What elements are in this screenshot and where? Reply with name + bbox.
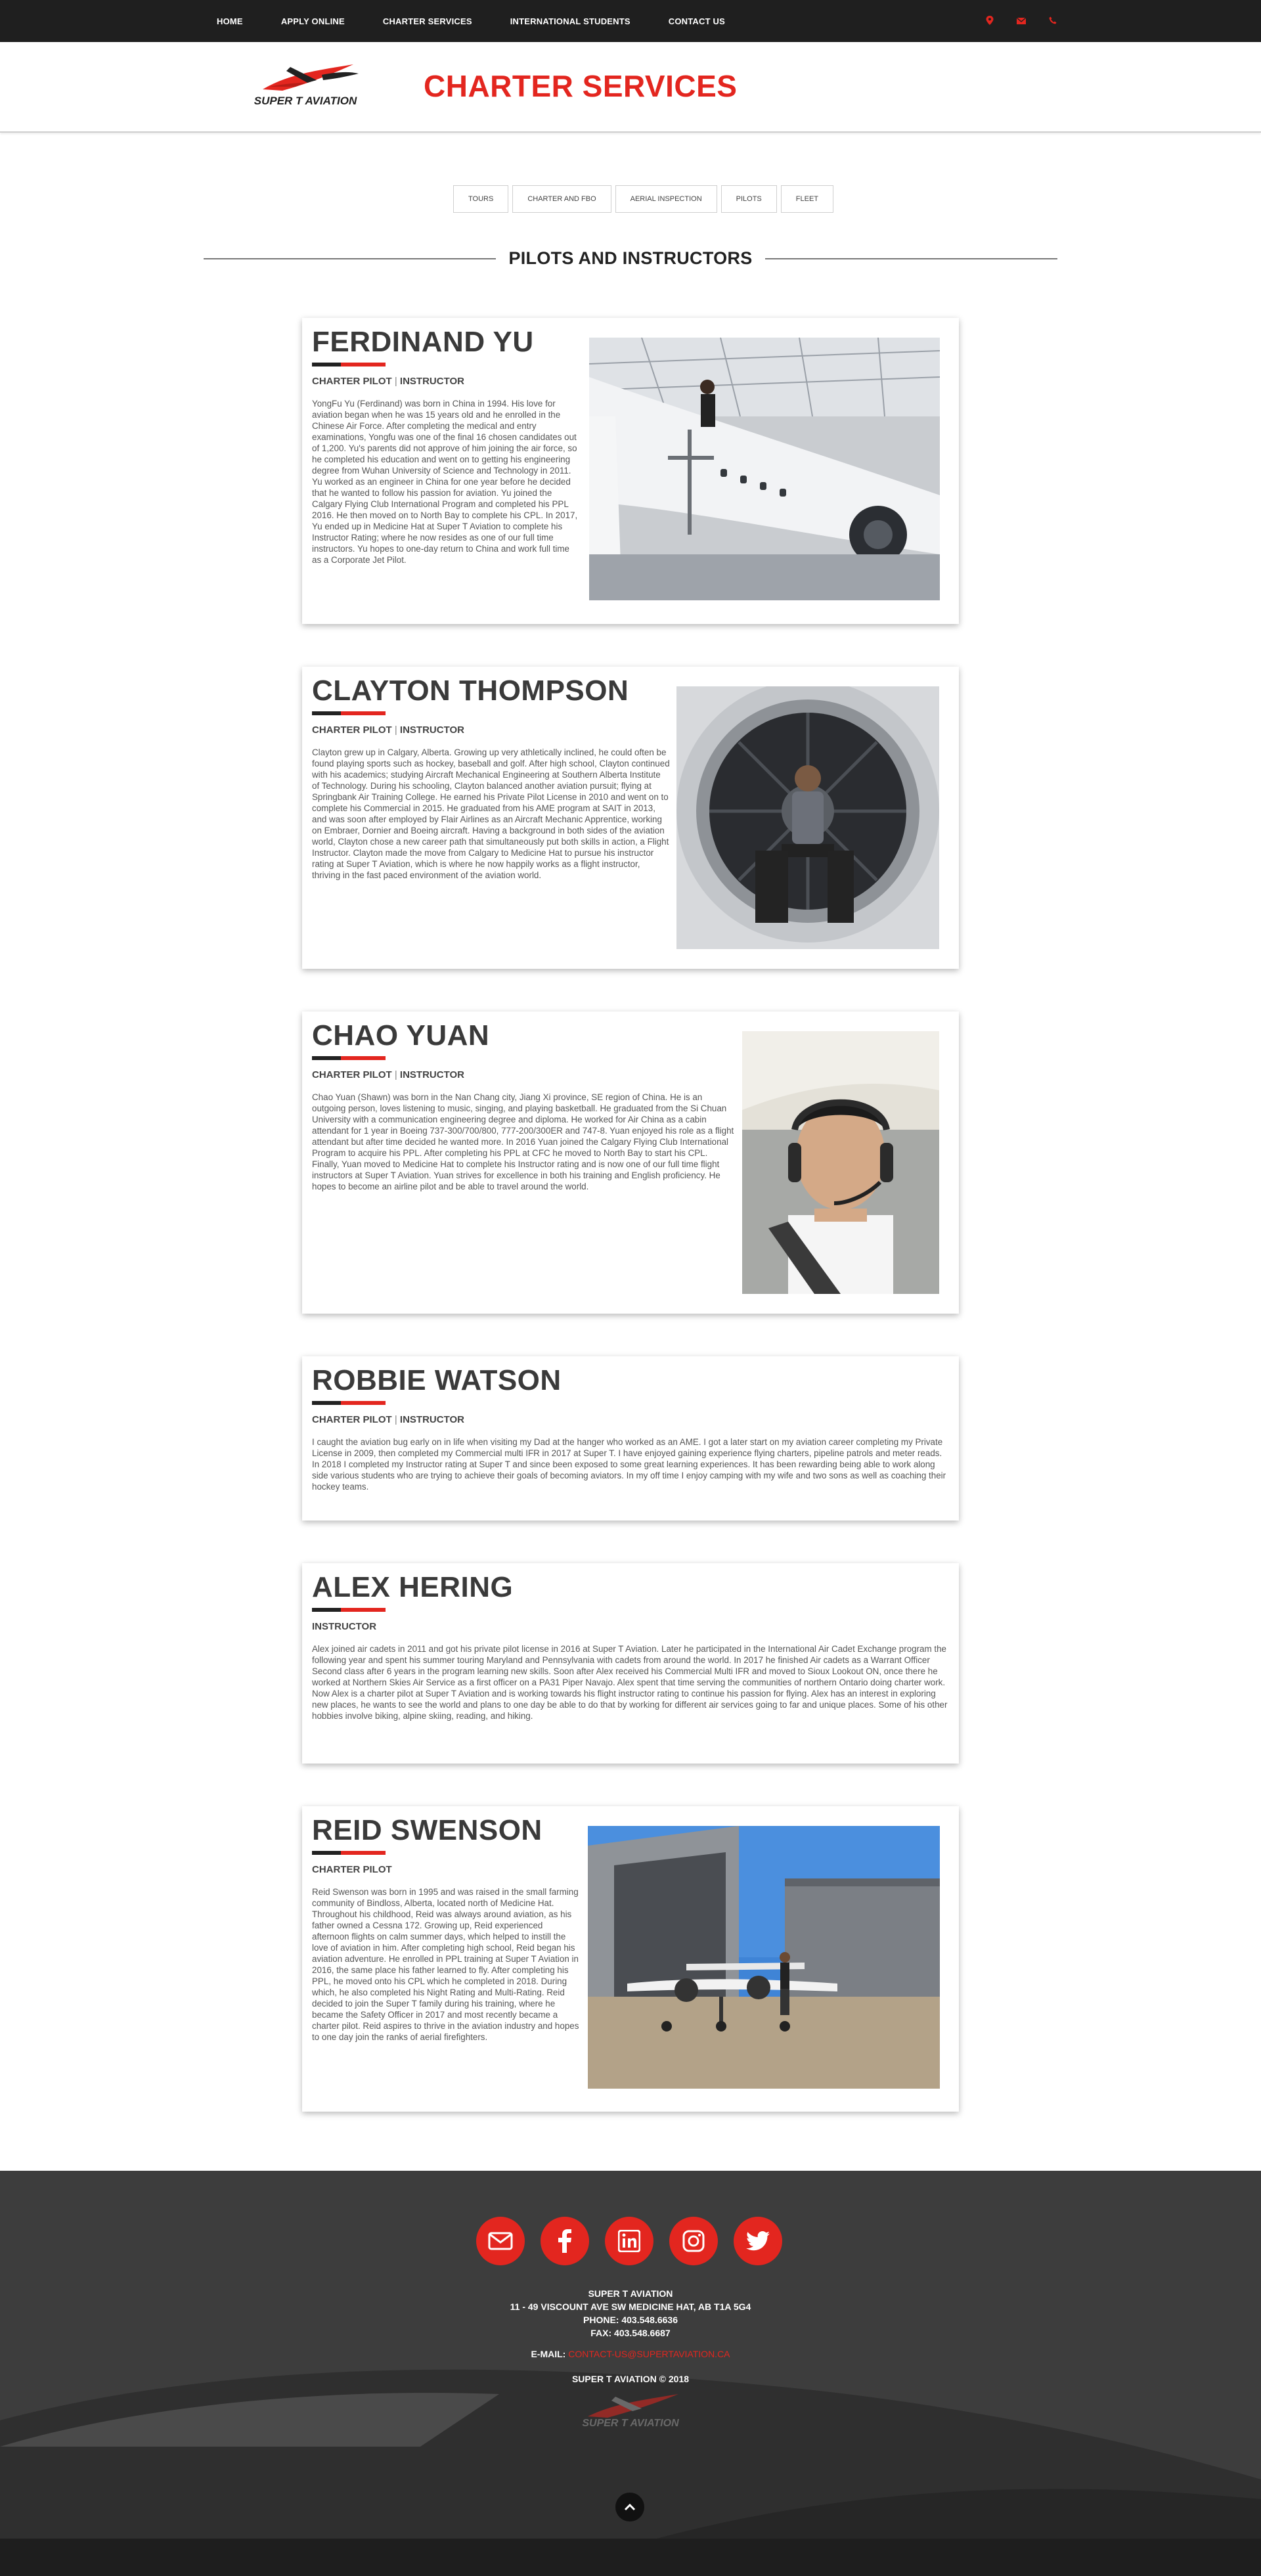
phone-icon[interactable] bbox=[1048, 16, 1057, 26]
map-pin-icon[interactable] bbox=[985, 15, 994, 27]
footer-info: SUPER T AVIATION 11 - 49 VISCOUNT AVE SW… bbox=[0, 2288, 1261, 2340]
instagram-icon[interactable] bbox=[669, 2217, 718, 2265]
footer-email-link[interactable]: CONTACT-US@SUPERTAVIATION.CA bbox=[568, 2349, 730, 2359]
scroll-to-top-button[interactable] bbox=[615, 2493, 644, 2521]
footer-copyright: SUPER T AVIATION © 2018 bbox=[571, 2374, 690, 2384]
envelope-icon[interactable] bbox=[1016, 16, 1027, 26]
nav-contact-us[interactable]: CONTACT US bbox=[669, 16, 725, 26]
pilot-name: ALEX HERING bbox=[312, 1571, 514, 1603]
name-underline bbox=[312, 1851, 386, 1855]
top-navigation: HOME APPLY ONLINE CHARTER SERVICES INTER… bbox=[0, 0, 1261, 42]
tab-charter-and-fbo[interactable]: CHARTER AND FBO bbox=[512, 185, 611, 213]
linkedin-icon[interactable] bbox=[605, 2217, 653, 2265]
social-links bbox=[476, 2217, 782, 2265]
nav-contact-icons bbox=[985, 0, 1057, 42]
pilot-role: CHARTER PILOT | INSTRUCTOR bbox=[312, 1414, 464, 1425]
footer-company: SUPER T AVIATION bbox=[588, 2288, 673, 2299]
pilot-role: CHARTER PILOT | INSTRUCTOR bbox=[312, 1069, 464, 1080]
pilot-name: REID SWENSON bbox=[312, 1814, 542, 1846]
name-underline bbox=[312, 711, 386, 715]
nav-home[interactable]: HOME bbox=[217, 16, 243, 26]
nav-international-students[interactable]: INTERNATIONAL STUDENTS bbox=[510, 16, 630, 26]
pilot-card-ferdinand-yu: FERDINAND YU CHARTER PILOT | INSTRUCTOR … bbox=[302, 318, 959, 624]
chevron-up-icon bbox=[624, 2503, 636, 2511]
footer-logo-jet-icon bbox=[588, 2394, 678, 2418]
pilot-name: CHAO YUAN bbox=[312, 1019, 490, 1052]
tab-fleet[interactable]: FLEET bbox=[780, 185, 833, 213]
tab-pilots[interactable]: PILOTS bbox=[720, 185, 777, 213]
heading-divider-left bbox=[204, 258, 496, 259]
pilot-photo bbox=[676, 686, 939, 949]
heading-divider-right bbox=[765, 258, 1057, 259]
pilot-card-chao-yuan: CHAO YUAN CHARTER PILOT | INSTRUCTOR Cha… bbox=[302, 1011, 959, 1314]
footer-logo-text: SUPER T AVIATION bbox=[582, 2418, 679, 2429]
pilot-name: ROBBIE WATSON bbox=[312, 1364, 562, 1396]
pilot-card-alex-hering: ALEX HERING INSTRUCTOR Alex joined air c… bbox=[302, 1563, 959, 1764]
envelope-icon[interactable] bbox=[476, 2217, 525, 2265]
super-t-logo[interactable]: SUPER T AVIATION bbox=[243, 60, 368, 113]
pilot-name: FERDINAND YU bbox=[312, 326, 534, 358]
pilot-bio: YongFu Yu (Ferdinand) was born in China … bbox=[312, 399, 578, 566]
footer-fax: FAX: 403.548.6687 bbox=[590, 2327, 671, 2338]
pilot-bio: Reid Swenson was born in 1995 and was ra… bbox=[312, 1887, 579, 2043]
pilot-role: CHARTER PILOT | INSTRUCTOR bbox=[312, 376, 464, 387]
pilot-bio: Clayton grew up in Calgary, Alberta. Gro… bbox=[312, 747, 670, 881]
name-underline bbox=[312, 1056, 386, 1060]
facebook-icon[interactable] bbox=[541, 2217, 589, 2265]
footer-address: 11 - 49 VISCOUNT AVE SW MEDICINE HAT, AB… bbox=[510, 2301, 751, 2312]
section-heading: PILOTS AND INSTRUCTORS bbox=[204, 248, 1057, 268]
footer-email-row: E-MAIL: CONTACT-US@SUPERTAVIATION.CA bbox=[0, 2348, 1261, 2361]
logo-jet-icon bbox=[263, 64, 359, 91]
name-underline bbox=[312, 363, 386, 366]
charter-tabs: TOURS CHARTER AND FBO AERIAL INSPECTION … bbox=[453, 185, 833, 213]
footer-phone: PHONE: 403.548.6636 bbox=[583, 2314, 678, 2325]
twitter-icon[interactable] bbox=[734, 2217, 782, 2265]
pilot-photo bbox=[589, 338, 940, 600]
page-header: SUPER T AVIATION CHARTER SERVICES bbox=[0, 42, 1261, 133]
name-underline bbox=[312, 1608, 386, 1612]
footer-email-label: E-MAIL: bbox=[531, 2349, 566, 2359]
pilot-bio: Alex joined air cadets in 2011 and got h… bbox=[312, 1644, 948, 1721]
section-title: PILOTS AND INSTRUCTORS bbox=[508, 248, 753, 268]
nav-apply-online[interactable]: APPLY ONLINE bbox=[281, 16, 345, 26]
nav-menu: HOME APPLY ONLINE CHARTER SERVICES INTER… bbox=[217, 0, 763, 42]
nav-charter-services[interactable]: CHARTER SERVICES bbox=[383, 16, 472, 26]
pilot-bio: Chao Yuan (Shawn) was born in the Nan Ch… bbox=[312, 1092, 734, 1192]
pilot-role: CHARTER PILOT bbox=[312, 1864, 392, 1875]
pilot-bio: I caught the aviation bug early on in li… bbox=[312, 1437, 946, 1492]
pilot-role: CHARTER PILOT | INSTRUCTOR bbox=[312, 724, 464, 736]
logo-text: SUPER T AVIATION bbox=[254, 95, 357, 107]
page-title: CHARTER SERVICES bbox=[424, 69, 738, 103]
name-underline bbox=[312, 1401, 386, 1405]
pilot-card-reid-swenson: REID SWENSON CHARTER PILOT Reid Swenson … bbox=[302, 1806, 959, 2112]
tab-aerial-inspection[interactable]: AERIAL INSPECTION bbox=[615, 185, 717, 213]
pilot-role: INSTRUCTOR bbox=[312, 1621, 377, 1632]
pilot-card-robbie-watson: ROBBIE WATSON CHARTER PILOT | INSTRUCTOR… bbox=[302, 1356, 959, 1521]
pilot-card-clayton-thompson: CLAYTON THOMPSON CHARTER PILOT | INSTRUC… bbox=[302, 667, 959, 969]
pilot-photo bbox=[742, 1031, 939, 1294]
footer-logo[interactable]: SUPER T AVIATION bbox=[568, 2391, 693, 2437]
pilot-photo bbox=[588, 1826, 940, 2089]
tab-tours[interactable]: TOURS bbox=[453, 185, 509, 213]
pilot-name: CLAYTON THOMPSON bbox=[312, 675, 629, 707]
